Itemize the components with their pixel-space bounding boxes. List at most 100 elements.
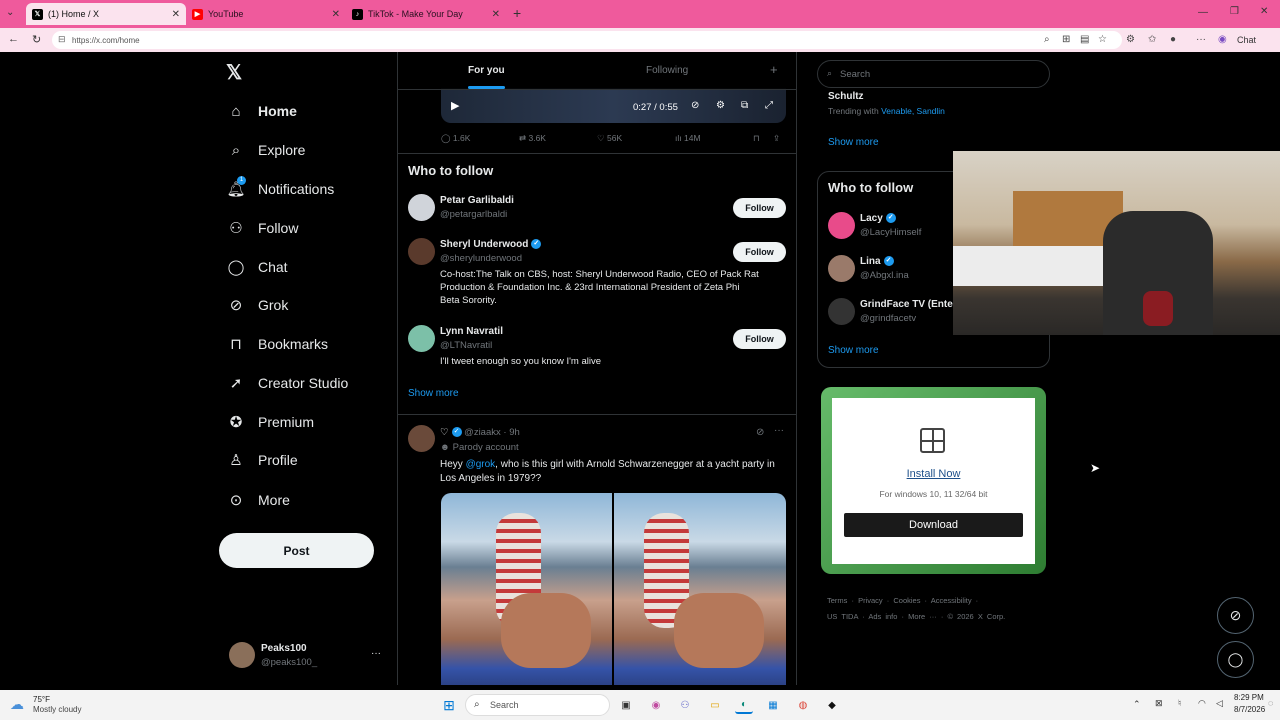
network-icon[interactable]: ⊠ bbox=[1155, 698, 1163, 709]
volume-icon[interactable]: ◁ bbox=[1216, 698, 1223, 709]
task-view-icon[interactable]: ▣ bbox=[617, 696, 635, 714]
footer-link[interactable]: Ads info bbox=[868, 612, 897, 621]
weather-desc[interactable]: Mostly cloudy bbox=[33, 705, 81, 714]
account-name[interactable]: Sheryl Underwood ✓ bbox=[440, 239, 542, 250]
app-icon[interactable]: ◆ bbox=[823, 696, 841, 714]
footer-link[interactable]: US TIDA bbox=[827, 612, 858, 621]
nav-creator-studio[interactable]: ➚ Creator Studio bbox=[226, 371, 349, 395]
repost-button[interactable]: ⇄ 3.6K bbox=[519, 133, 546, 144]
views-button[interactable]: ılı 14M bbox=[675, 133, 701, 143]
x-logo[interactable]: 𝕏 bbox=[226, 60, 242, 85]
download-button[interactable]: Download bbox=[844, 513, 1023, 537]
chrome-icon[interactable]: ◍ bbox=[794, 696, 812, 714]
tab-x-home[interactable]: 𝕏 (1) Home / X ✕ bbox=[26, 3, 186, 25]
ad-card[interactable]: Install Now For windows 10, 11 32/64 bit… bbox=[832, 398, 1035, 564]
account-name[interactable]: GrindFace TV (Ente bbox=[860, 299, 953, 310]
customize-feed-icon[interactable]: + bbox=[770, 62, 778, 77]
install-now-link[interactable]: Install Now bbox=[832, 468, 1035, 480]
maximize-icon[interactable]: ❐ bbox=[1230, 6, 1239, 17]
site-info-icon[interactable]: ⊟ bbox=[58, 34, 66, 45]
tab-actions-icon[interactable]: ⌄ bbox=[6, 7, 14, 18]
weather-icon[interactable]: ☁ bbox=[10, 696, 24, 713]
menu-dots-icon[interactable]: ··· bbox=[1196, 34, 1206, 45]
account-menu-icon[interactable]: ··· bbox=[371, 648, 381, 659]
edge-browser-icon[interactable]: ◐ bbox=[735, 696, 753, 714]
reader-icon[interactable]: ▤ bbox=[1080, 34, 1089, 45]
more-icon[interactable]: ··· bbox=[774, 425, 784, 436]
avatar[interactable] bbox=[408, 425, 435, 452]
footer-link[interactable]: Cookies bbox=[893, 596, 920, 605]
account-name[interactable]: Lina ✓ bbox=[860, 256, 894, 267]
chat-button[interactable]: Chat bbox=[1237, 35, 1256, 45]
avatar[interactable] bbox=[828, 212, 855, 239]
new-tab-icon[interactable]: + bbox=[513, 5, 521, 21]
fullscreen-icon[interactable]: ⤢ bbox=[765, 100, 773, 111]
tab-tiktok[interactable]: ♪ TikTok - Make Your Day ✕ bbox=[346, 3, 506, 25]
bookmark-icon[interactable]: ⊓ bbox=[753, 133, 760, 144]
profile-icon[interactable]: ● bbox=[1170, 34, 1176, 45]
url-field[interactable]: ⊟ https://x.com/home bbox=[52, 31, 1122, 49]
grok-float-button[interactable]: ⊘ bbox=[1217, 597, 1254, 634]
clock-time[interactable]: 8:29 PM bbox=[1234, 693, 1264, 702]
show-more-link[interactable]: Show more bbox=[408, 388, 459, 399]
like-button[interactable]: ♡ 56K bbox=[597, 133, 622, 144]
nav-more[interactable]: ⊙ More bbox=[226, 488, 290, 512]
extension-icon[interactable]: ⌕ bbox=[1044, 34, 1050, 45]
tab-for-you[interactable]: For you bbox=[468, 65, 505, 76]
clock-date[interactable]: 8/7/2026 bbox=[1234, 705, 1265, 714]
post-image-right[interactable] bbox=[614, 493, 786, 685]
account-name[interactable]: Lynn Navratil bbox=[440, 326, 503, 337]
nav-follow[interactable]: ⚇ Follow bbox=[226, 216, 298, 240]
nav-notifications[interactable]: 🔔︎ 1 Notifications bbox=[226, 176, 334, 201]
post-author[interactable]: ♡ bbox=[440, 427, 449, 438]
copilot-icon[interactable]: ◉ bbox=[1218, 34, 1227, 45]
grok-icon[interactable]: ⊘ bbox=[756, 427, 764, 438]
nav-grok[interactable]: ⊘ Grok bbox=[226, 293, 289, 317]
follow-button[interactable]: Follow bbox=[733, 329, 786, 349]
close-icon[interactable]: ✕ bbox=[492, 9, 500, 20]
trend-title[interactable]: Schultz bbox=[828, 91, 864, 102]
windows-start-icon[interactable]: ⊞ bbox=[440, 696, 458, 714]
avatar[interactable] bbox=[828, 298, 855, 325]
microphone-icon[interactable]: ♮ bbox=[1178, 698, 1181, 709]
footer-link[interactable]: Terms bbox=[827, 596, 847, 605]
extension-icon[interactable]: ⚙ bbox=[1126, 34, 1135, 45]
favorite-star-icon[interactable]: ☆ bbox=[1098, 34, 1107, 45]
nav-bookmarks[interactable]: ⊓ Bookmarks bbox=[226, 332, 328, 356]
video-player[interactable]: ▶ 0:27 / 0:55 ⊘ ⚙ ⧉ ⤢ bbox=[441, 88, 786, 123]
follow-button[interactable]: Follow bbox=[733, 242, 786, 262]
nav-premium[interactable]: ✪ Premium bbox=[226, 410, 314, 434]
post-image-left[interactable] bbox=[441, 493, 612, 685]
file-explorer-icon[interactable]: ▭ bbox=[706, 696, 724, 714]
play-icon[interactable]: ▶ bbox=[451, 99, 459, 112]
messages-float-button[interactable]: ◯ bbox=[1217, 641, 1254, 678]
nav-chat[interactable]: ◯ Chat bbox=[226, 255, 288, 279]
taskbar-search[interactable]: ⌕ Search bbox=[465, 694, 610, 716]
footer-link[interactable]: Privacy bbox=[858, 596, 883, 605]
post-button[interactable]: Post bbox=[219, 533, 374, 568]
account-name[interactable]: Petar Garlibaldi bbox=[440, 195, 514, 206]
reply-button[interactable]: ◯ 1.6K bbox=[441, 133, 470, 144]
nav-profile[interactable]: ♙ Profile bbox=[226, 448, 297, 472]
nav-explore[interactable]: ⌕ Explore bbox=[226, 138, 306, 162]
avatar[interactable] bbox=[408, 238, 435, 265]
close-icon[interactable]: ✕ bbox=[332, 9, 340, 20]
share-icon[interactable]: ⇪ bbox=[773, 133, 780, 144]
close-window-icon[interactable]: ✕ bbox=[1260, 6, 1268, 17]
tray-chevron-icon[interactable]: ⌃ bbox=[1133, 699, 1141, 710]
minimize-icon[interactable]: — bbox=[1198, 7, 1208, 18]
teams-icon[interactable]: ⚇ bbox=[676, 696, 694, 714]
search-input[interactable]: ⌕ Search bbox=[817, 60, 1050, 88]
avatar[interactable] bbox=[408, 325, 435, 352]
copilot-icon[interactable]: ◉ bbox=[647, 696, 665, 714]
mention-link[interactable]: @grok bbox=[466, 459, 496, 470]
settings-icon[interactable]: ⚙ bbox=[716, 100, 725, 111]
wifi-icon[interactable]: ◠ bbox=[1198, 698, 1206, 709]
extension-icon[interactable]: ⊞ bbox=[1062, 34, 1070, 45]
tab-youtube[interactable]: ▶ YouTube ✕ bbox=[186, 3, 346, 25]
post-handle[interactable]: @ziaakx bbox=[464, 427, 501, 438]
refresh-icon[interactable]: ↻ bbox=[32, 33, 41, 46]
avatar[interactable] bbox=[828, 255, 855, 282]
nav-home[interactable]: ⌂ Home bbox=[226, 99, 296, 123]
footer-link[interactable]: More ··· bbox=[908, 612, 937, 621]
